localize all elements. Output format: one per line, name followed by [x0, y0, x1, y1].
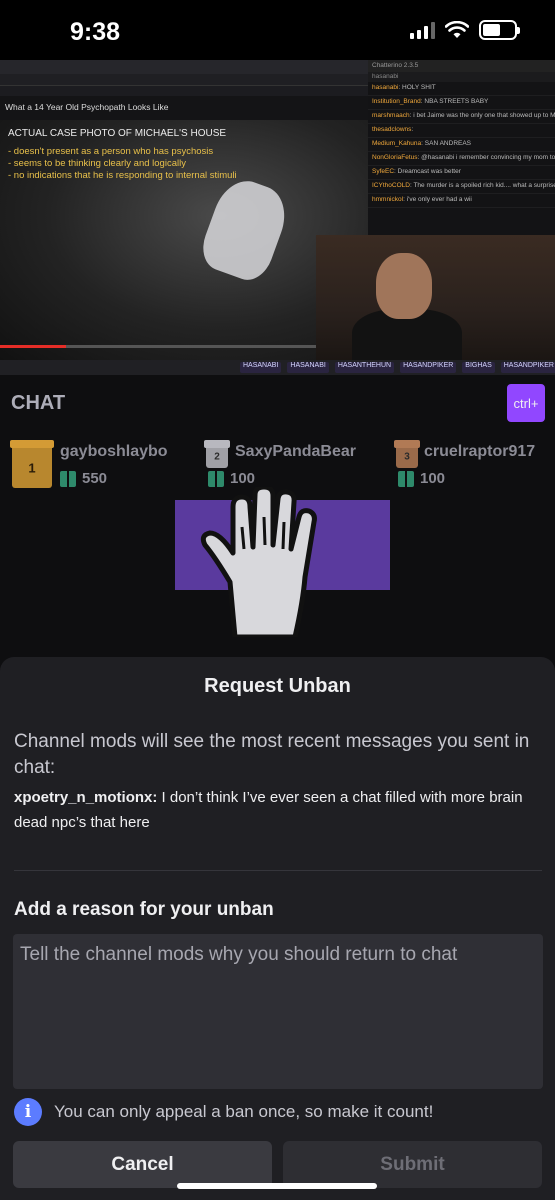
social-tag: HASANTHEHUN [334, 362, 395, 373]
status-icons [410, 20, 520, 40]
caption-line: - no indications that he is responding t… [8, 170, 237, 181]
stream-chat-text: Dreamcast was better [397, 168, 461, 175]
sheet-title: Request Unban [204, 675, 351, 697]
social-tag: HASANABI [287, 362, 329, 373]
gift-icon [60, 470, 76, 487]
message-username: xpoetry_n_motionx: [14, 789, 158, 806]
ctrl-plus-button[interactable]: ctrl+ [507, 384, 545, 422]
stream-chat-message: ICYthoCOLD: The murder is a spoiled rich… [368, 180, 555, 194]
stop-hand-icon [200, 487, 317, 637]
gift-badge-icon: 3 [394, 440, 420, 468]
sheet-description: Channel mods will see the most recent me… [14, 731, 530, 778]
video-progress-bar[interactable] [0, 345, 368, 348]
cancel-button[interactable]: Cancel [13, 1141, 272, 1188]
caption-line: - seems to be thinking clearly and logic… [8, 158, 186, 169]
status-bar: 9:38 [0, 0, 555, 60]
clock: 9:38 [70, 18, 121, 46]
wifi-icon [445, 21, 469, 38]
stream-chat-message: hasanabi: HOLY SHIT [368, 82, 555, 96]
stream-chat-text: @hasanabi i remember convincing my mom t… [421, 154, 555, 161]
stream-chat-text: SAN ANDREAS [424, 140, 472, 147]
social-tag: HASANDPIKER [400, 362, 457, 373]
chat-title: CHAT [11, 392, 66, 414]
stream-chat-message: Institution_Brand: NBA STREETS BABY [368, 96, 555, 110]
gift-badge-icon: 1 [10, 440, 54, 488]
gifter-count: 100 [230, 470, 256, 487]
stream-chat-text: i've only ever had a wii [406, 196, 472, 203]
video-caption: ACTUAL CASE PHOTO OF MICHAEL'S HOUSE - d… [8, 128, 237, 182]
chatterino-title: Chatterino 2.3.5 [368, 60, 555, 72]
stream-chat-username: SyfeEC [372, 168, 395, 175]
gift-icon [398, 470, 414, 487]
divider [14, 870, 542, 871]
stream-chat-message: Medium_Kahuna: SAN ANDREAS [368, 138, 555, 152]
gifter-name: SaxyPandaBear [235, 443, 356, 460]
stream-chat-message: hmmnickol: i've only ever had a wii [368, 194, 555, 208]
unban-reason-input[interactable] [13, 934, 543, 1089]
stream-chat-username: Institution_Brand [372, 98, 421, 105]
progress-fill [0, 345, 67, 348]
caption-line: - doesn't present as a person who has ps… [8, 146, 214, 157]
reason-label: Add a reason for your unban [14, 899, 274, 920]
gifter-count: 100 [420, 470, 446, 487]
gifter-count: 550 [82, 470, 108, 487]
notice-text: You can only appeal a ban once, so make … [54, 1102, 434, 1121]
gifter-1[interactable]: 1 gayboshlaybo 550 [10, 440, 192, 500]
info-icon: i [14, 1098, 42, 1126]
video-player[interactable]: What a 14 Year Old Psychopath Looks Like… [0, 60, 555, 375]
stream-chat-username: hmmnickol [372, 196, 404, 203]
browser-video-title: What a 14 Year Old Psychopath Looks Like [0, 96, 368, 120]
stream-chat-username: hasanabi [372, 84, 399, 91]
stream-chat-message: NonGloriaFetus: @hasanabi i remember con… [368, 152, 555, 166]
gifter-name: cruelraptor917 [424, 443, 536, 460]
submit-button[interactable]: Submit [283, 1141, 542, 1188]
stream-chat-text: The murder is a spoiled rich kid.... wha… [413, 182, 555, 189]
social-tags: HASANABI HASANABI HASANTHEHUN HASANDPIKER BI… [240, 362, 555, 373]
stream-chat-text: i bet Jaime was the only one that showed… [413, 112, 555, 119]
cellular-signal-icon [410, 21, 435, 39]
gift-icon [208, 470, 224, 487]
stream-chat-message: thesadclowns: [368, 124, 555, 138]
stream-chat-username: marshmaach [372, 112, 410, 119]
chatterino-channel: hasanabi [368, 72, 555, 82]
battery-icon [479, 20, 520, 40]
glove-image [195, 172, 295, 287]
stream-chat-message: marshmaach: i bet Jaime was the only one… [368, 110, 555, 124]
stream-chat-username: thesadclowns [372, 126, 412, 133]
stream-chat-text: HOLY SHIT [402, 84, 436, 91]
social-tag: HASANABI [240, 362, 282, 373]
gift-badge-icon: 2 [204, 440, 230, 468]
stream-chat-message: SyfeEC: Dreamcast was better [368, 166, 555, 180]
social-tag: BIGHAS [462, 362, 495, 373]
appeal-notice: i You can only appeal a ban once, so mak… [14, 1098, 433, 1126]
streamer-face [376, 253, 432, 319]
gifter-name: gayboshlaybo [60, 443, 168, 460]
chat-panel: CHAT ctrl+ 1 gayboshlaybo 550 2 SaxyPand… [0, 375, 555, 675]
stream-chat-username: ICYthoCOLD [372, 182, 410, 189]
social-tag: HASANDPIKER [500, 362, 555, 373]
stream-chat-username: Medium_Kahuna [372, 140, 422, 147]
caption-heading: ACTUAL CASE PHOTO OF MICHAEL'S HOUSE [8, 128, 227, 139]
gifter-3[interactable]: 3 cruelraptor917 100 [394, 440, 555, 500]
stream-chat-text: NBA STREETS BABY [424, 98, 489, 105]
request-unban-sheet: Request Unban Channel mods will see the … [0, 657, 555, 1200]
recent-message: xpoetry_n_motionx: I don’t think I’ve ev… [14, 785, 539, 835]
stream-chat-username: NonGloriaFetus [372, 154, 418, 161]
home-indicator[interactable] [177, 1183, 377, 1189]
streamer-webcam [316, 235, 555, 369]
